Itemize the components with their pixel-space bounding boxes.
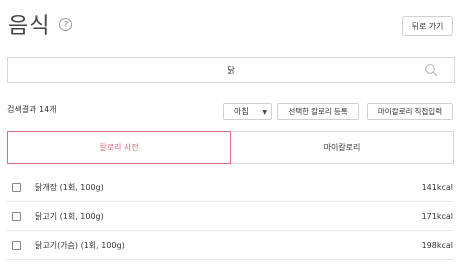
list-item[interactable]: 닭고기 (1회, 100g) 171kcal [7,202,453,231]
meal-select-value: 아침 [234,107,249,116]
result-count: 검색결과 14개 [7,105,57,114]
search-input[interactable] [8,58,454,82]
item-name: 닭개장 (1회, 100g) [35,182,104,192]
food-list: 닭개장 (1회, 100g) 141kcal 닭고기 (1회, 100g) 17… [7,173,453,260]
item-kcal: 141kcal [421,182,453,192]
item-checkbox[interactable] [12,182,21,192]
item-name: 닭고기(가슴) (1회, 100g) [35,240,125,250]
list-item[interactable]: 닭개장 (1회, 100g) 141kcal [7,173,453,202]
item-checkbox[interactable] [12,211,21,221]
meal-select[interactable]: 아침 ▼ [223,103,272,120]
search-box [7,57,455,83]
register-selected-button[interactable]: 선택한 칼로리 등록 [277,103,359,120]
item-checkbox[interactable] [12,240,21,250]
back-button[interactable]: 뒤로 가기 [402,16,453,36]
page-header: 음식 ? [8,8,73,40]
tab-my-calorie[interactable]: 마이칼로리 [231,131,454,164]
item-name: 닭고기 (1회, 100g) [35,211,104,221]
help-icon[interactable]: ? [59,17,73,31]
page-title: 음식 [8,14,51,39]
tab-bar: 칼로리 사전 마이칼로리 [7,131,454,164]
list-item[interactable]: 닭고기(가슴) (1회, 100g) 198kcal [7,231,453,260]
my-calorie-direct-input-button[interactable]: 마이칼로리 직접입력 [367,103,453,120]
search-icon[interactable] [424,63,438,77]
tab-calorie-dictionary[interactable]: 칼로리 사전 [7,131,231,164]
item-kcal: 171kcal [421,211,453,221]
chevron-down-icon: ▼ [262,109,267,116]
item-kcal: 198kcal [421,240,453,250]
